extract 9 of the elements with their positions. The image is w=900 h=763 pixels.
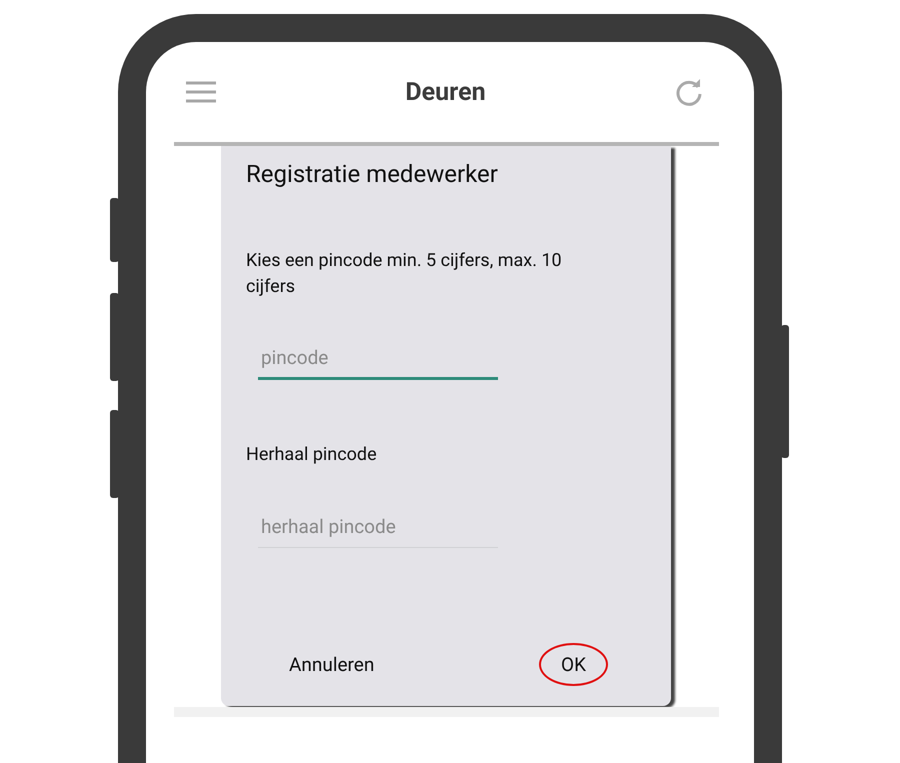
pincode-field[interactable]: pincode (258, 338, 498, 380)
refresh-icon[interactable] (674, 78, 703, 106)
app-title: Deuren (405, 78, 486, 106)
dialog-button[interactable]: OK (539, 643, 608, 686)
dialog-button[interactable]: Annuleren (271, 643, 392, 686)
field-label: Kies een pincode min. 5 cijfers, max. 10 cijfers (246, 249, 563, 299)
menu-icon[interactable] (186, 81, 216, 103)
dialog-title: Registratie medewerker (246, 160, 499, 188)
field-label: Herhaal pincode (246, 443, 378, 467)
